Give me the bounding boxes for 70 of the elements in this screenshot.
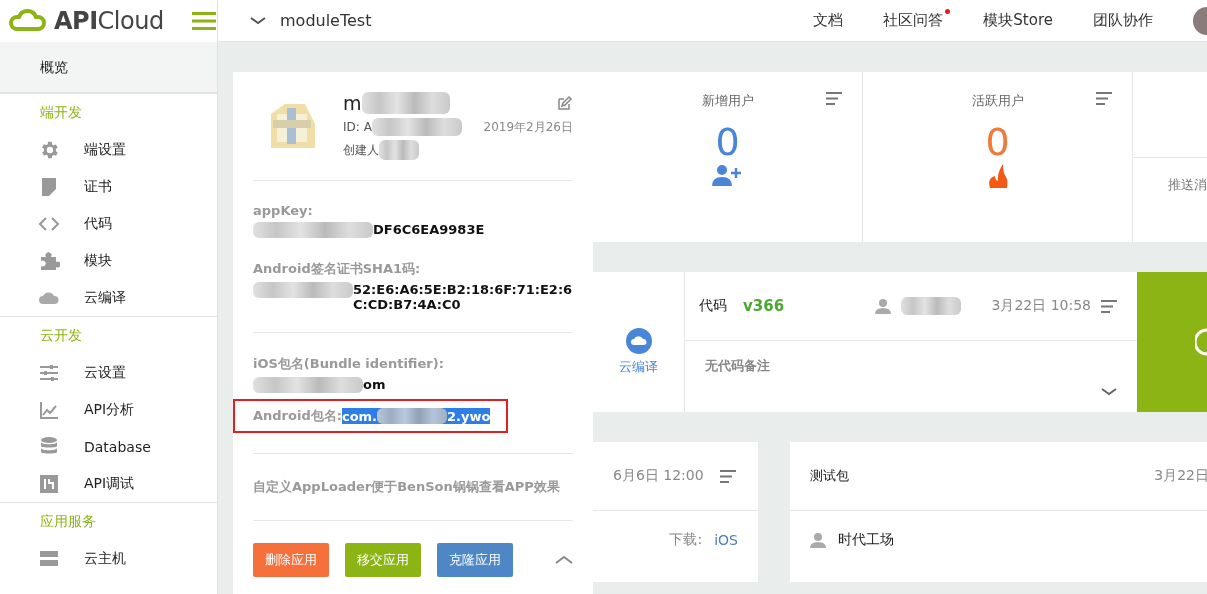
field-label: appKey: <box>253 203 314 218</box>
sidebar-item[interactable]: API调试 <box>0 465 217 502</box>
menu-icon[interactable] <box>1101 299 1117 313</box>
person-icon <box>875 298 892 314</box>
stat-value: 0 <box>715 120 740 164</box>
sidebar-item[interactable]: 模块 <box>0 242 217 279</box>
add-user-icon <box>711 164 744 186</box>
puzzle-icon <box>38 249 60 272</box>
menu-icon[interactable] <box>191 12 216 30</box>
chevron-down-icon[interactable] <box>1101 387 1117 396</box>
field-value: 52:E6:A6:5E:B2:18:6F:71:E2:6C:CD:B7:4A:C0 <box>353 282 573 312</box>
nav-link[interactable]: 团队协作 <box>1093 11 1153 30</box>
sidebar-item[interactable]: 证书 <box>0 168 217 205</box>
nav-link[interactable]: 社区问答 <box>883 11 944 30</box>
field-value: DF6C6EA9983E <box>373 222 486 237</box>
chevron-up-icon[interactable] <box>555 555 573 565</box>
package-time: 6月6日 12:00 <box>613 467 704 485</box>
project-name[interactable]: moduleTest <box>280 11 814 30</box>
sidebar-item[interactable]: 代码 <box>0 205 217 242</box>
step-label: 云编译 <box>619 358 658 376</box>
package-time: 3月22日 <box>1154 467 1207 485</box>
sidebar-item[interactable]: API分析 <box>0 391 217 428</box>
debug-icon <box>38 472 60 495</box>
app-name: m <box>343 92 362 114</box>
sidebar-item[interactable]: 云主机 <box>0 540 217 577</box>
chevron-down-icon[interactable] <box>250 15 266 26</box>
download-label: 下载: <box>669 531 703 549</box>
stat-title: 新增用户 <box>701 92 754 110</box>
version-label: v366 <box>743 297 785 315</box>
selected-text: com. 2.ywo <box>341 408 491 424</box>
cloud-logo-icon <box>8 9 46 33</box>
field-label: Android签名证书SHA1码: <box>253 260 422 278</box>
app-description: 自定义AppLoader便于BenSon锅锅查看APP效果 <box>253 454 573 521</box>
edit-icon[interactable] <box>557 95 573 111</box>
code-note: 无代码备注 <box>705 357 771 375</box>
blurred-patch <box>379 140 419 160</box>
brand-name: APICloud <box>54 7 164 35</box>
field-label: Android包名: <box>253 407 342 425</box>
creator-label: 创建人 <box>343 141 379 159</box>
stat-label: 推送消 <box>1167 176 1207 194</box>
ios-link[interactable]: iOS <box>714 532 738 548</box>
menu-icon[interactable] <box>719 469 736 483</box>
user-avatar[interactable] <box>1193 6 1207 35</box>
sidebar-item[interactable]: Database <box>0 428 217 465</box>
flame-icon <box>987 164 1008 188</box>
sidebar-section: 应用服务 <box>0 502 217 540</box>
stat-value: 0 <box>985 120 1010 164</box>
menu-icon[interactable] <box>1096 92 1112 105</box>
menu-icon[interactable] <box>826 92 842 105</box>
created-date: 2019年2月26日 <box>483 118 573 136</box>
action-button[interactable]: 克隆应用 <box>437 543 513 577</box>
sidebar-item[interactable]: 端设置 <box>0 131 217 168</box>
code-label: 代码 <box>699 297 727 315</box>
person-icon <box>810 532 826 548</box>
owner-name: 时代工场 <box>838 531 894 549</box>
blurred-patch <box>901 297 962 315</box>
nav-link[interactable]: 模块Store <box>983 11 1053 30</box>
nav-link[interactable]: 文档 <box>813 11 844 30</box>
app-id: ID: A <box>343 120 372 134</box>
sidebar-item[interactable]: 概览 <box>0 42 217 93</box>
sidebar-section: 端开发 <box>0 93 217 131</box>
sidebar-item[interactable]: 云编译 <box>0 279 217 316</box>
field-label: iOS包名(Bundle identifier): <box>253 355 445 373</box>
stat-title: 活跃用户 <box>971 92 1024 110</box>
cloud-step-icon <box>625 328 652 354</box>
field-value: om <box>363 377 387 392</box>
code-time: 3月22日 10:58 <box>991 297 1091 315</box>
sidebar-item[interactable]: 云设置 <box>0 354 217 391</box>
sidebar-section: 云开发 <box>0 316 217 354</box>
package-title: 测试包 <box>810 467 849 485</box>
